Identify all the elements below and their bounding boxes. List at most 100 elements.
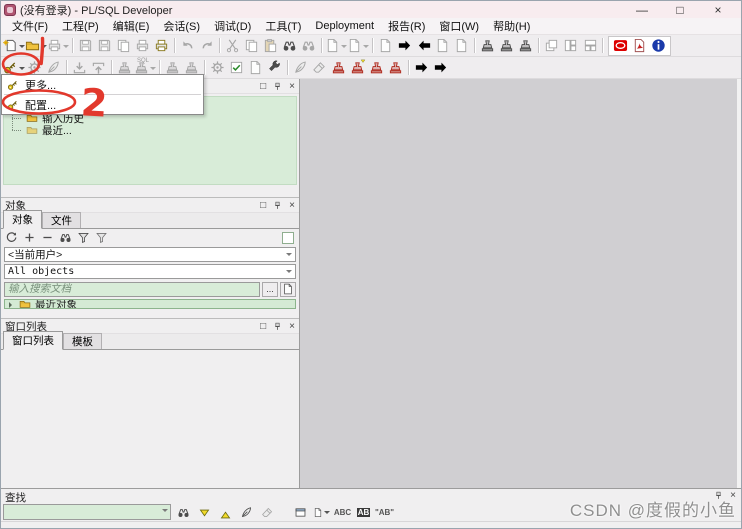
- find-next-down-button[interactable]: [196, 504, 213, 520]
- minimize-button[interactable]: —: [623, 1, 661, 18]
- find-button[interactable]: [280, 36, 299, 55]
- print-button[interactable]: [133, 36, 152, 55]
- panel-close-icon[interactable]: ×: [289, 200, 295, 211]
- expand-button[interactable]: [22, 231, 37, 245]
- refresh-button[interactable]: [4, 231, 19, 245]
- clear-highlight-button[interactable]: [259, 504, 276, 520]
- panel-pin-icon[interactable]: [273, 322, 282, 331]
- menu-item-project[interactable]: 工程(P): [55, 17, 106, 35]
- menu-item-help[interactable]: 帮助(H): [486, 17, 537, 35]
- outdent-button[interactable]: [414, 36, 433, 55]
- menu-item-more[interactable]: 更多...: [2, 76, 203, 93]
- panel-pin-icon[interactable]: [714, 491, 723, 500]
- tab-templates[interactable]: 模板: [63, 333, 102, 349]
- paste-button[interactable]: [261, 36, 280, 55]
- whole-word-button[interactable]: ABC: [334, 504, 351, 520]
- objects-checkbox[interactable]: [282, 231, 294, 244]
- close-button[interactable]: ×: [699, 1, 737, 18]
- toolbar-separator: [174, 38, 175, 53]
- blue-arrow-button[interactable]: [412, 58, 431, 77]
- save-button[interactable]: [76, 36, 95, 55]
- save-as-button[interactable]: [95, 36, 114, 55]
- red-arrow-button[interactable]: [431, 58, 450, 77]
- panel-pin-icon[interactable]: [273, 82, 282, 91]
- menu-item-deployment[interactable]: Deployment: [308, 19, 381, 33]
- window-scope-button[interactable]: [292, 504, 309, 520]
- panel-close-icon[interactable]: ×: [289, 81, 295, 92]
- find-next-button[interactable]: [299, 36, 318, 55]
- panel-restore-icon[interactable]: □: [260, 200, 266, 211]
- red-stamp-button-1[interactable]: [329, 58, 348, 77]
- panel-close-icon[interactable]: ×: [730, 490, 736, 501]
- mark-all-button[interactable]: [238, 504, 255, 520]
- search-doc-button[interactable]: [280, 281, 296, 297]
- menu-item-edit[interactable]: 编辑(E): [106, 17, 157, 35]
- cascade-windows-button[interactable]: [542, 36, 561, 55]
- collapse-button[interactable]: [40, 231, 55, 245]
- indent-button[interactable]: [395, 36, 414, 55]
- panel-restore-icon[interactable]: □: [260, 81, 266, 92]
- tile-horizontal-button[interactable]: [561, 36, 580, 55]
- next-document-button[interactable]: [347, 36, 369, 55]
- doc-copy-button[interactable]: [246, 58, 265, 77]
- redo-button[interactable]: [197, 36, 216, 55]
- regex-button[interactable]: "AB": [375, 504, 394, 520]
- menu-item-tools[interactable]: 工具(T): [258, 17, 308, 35]
- doc-scope-button[interactable]: [313, 504, 330, 520]
- oracle-home-button[interactable]: [611, 36, 630, 55]
- red-stamp-button-3[interactable]: [367, 58, 386, 77]
- find-run-button[interactable]: [175, 504, 192, 520]
- about-info-button[interactable]: [649, 36, 668, 55]
- preferences-wrench-button[interactable]: [265, 58, 284, 77]
- expand-arrow-icon[interactable]: [9, 302, 15, 308]
- pen-button[interactable]: [291, 58, 310, 77]
- find-previous-up-button[interactable]: [217, 504, 234, 520]
- new-sql-window-button[interactable]: [478, 36, 497, 55]
- objects-filter-combo[interactable]: All objects: [4, 264, 296, 279]
- filter-clear-button[interactable]: [94, 231, 109, 245]
- new-command-window-button[interactable]: [516, 36, 535, 55]
- new-test-window-button[interactable]: [497, 36, 516, 55]
- tile-vertical-button[interactable]: [580, 36, 599, 55]
- match-case-button[interactable]: AB: [355, 504, 372, 520]
- tab-files[interactable]: 文件: [42, 212, 81, 228]
- new-button[interactable]: [3, 36, 25, 55]
- find-text-combo[interactable]: [3, 504, 171, 520]
- edit-document-button[interactable]: [376, 36, 395, 55]
- todo-checklist-button[interactable]: [227, 58, 246, 77]
- compile-gears-button[interactable]: [208, 58, 227, 77]
- menu-item-file[interactable]: 文件(F): [5, 17, 55, 35]
- card-button[interactable]: [310, 58, 329, 77]
- filter-button[interactable]: [76, 231, 91, 245]
- menu-item-reports[interactable]: 报告(R): [381, 17, 432, 35]
- tab-window-list[interactable]: 窗口列表: [3, 331, 63, 350]
- copy-button[interactable]: [242, 36, 261, 55]
- tree-item-recent[interactable]: 最近...: [4, 118, 296, 137]
- menu-item-window[interactable]: 窗口(W): [432, 17, 486, 35]
- pdf-button[interactable]: [630, 36, 649, 55]
- menu-item-debug[interactable]: 调试(D): [207, 17, 258, 35]
- doc-left-button[interactable]: [433, 36, 452, 55]
- tab-objects[interactable]: 对象: [3, 210, 42, 229]
- recent-objects-row[interactable]: 最近对象: [4, 299, 296, 309]
- print-setup-button[interactable]: [152, 36, 171, 55]
- find-object-button[interactable]: [58, 231, 73, 245]
- menu-item-session[interactable]: 会话(S): [156, 17, 207, 35]
- undo-button[interactable]: [178, 36, 197, 55]
- doc-right-button[interactable]: [452, 36, 471, 55]
- previous-document-button[interactable]: [325, 36, 347, 55]
- maximize-button[interactable]: □: [661, 1, 699, 18]
- browse-button[interactable]: ...: [262, 281, 278, 297]
- save-all-button[interactable]: [114, 36, 133, 55]
- object-search-input[interactable]: [4, 281, 260, 297]
- panel-close-icon[interactable]: ×: [289, 321, 295, 332]
- red-stamp-button-4[interactable]: [386, 58, 405, 77]
- red-stamp-button-2[interactable]: [348, 58, 367, 77]
- panel-restore-icon[interactable]: □: [260, 321, 266, 332]
- open-button[interactable]: [25, 36, 47, 55]
- cut-button[interactable]: [223, 36, 242, 55]
- panel-pin-icon[interactable]: [273, 201, 282, 210]
- print-preview-button[interactable]: [47, 36, 69, 55]
- current-user-combo[interactable]: <当前用户>: [4, 247, 296, 262]
- menu-item-configure[interactable]: 配置...: [2, 96, 203, 113]
